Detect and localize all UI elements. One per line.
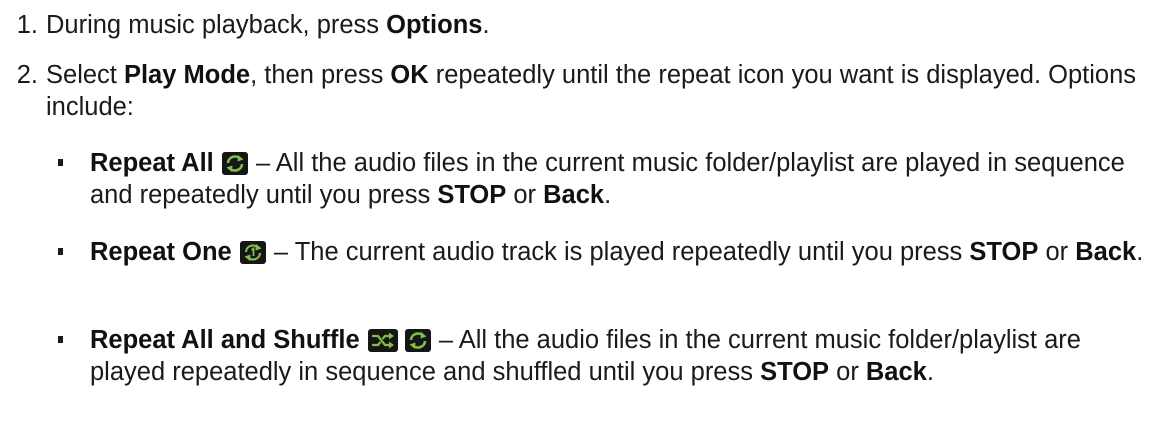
option-title: Repeat One — [90, 238, 232, 266]
step-number: 2. — [16, 61, 38, 89]
option-text: Repeat All – All the audio files in the … — [90, 149, 1125, 209]
shuffle-icon — [367, 329, 398, 352]
play-mode-keyword: Play Mode — [123, 61, 251, 89]
step-number: 1. — [16, 11, 38, 39]
repeat-one-icon — [239, 241, 266, 264]
bullet-marker — [58, 159, 63, 166]
bullet-marker — [58, 248, 63, 255]
instructions-page: 1. During music playback, press Options.… — [0, 0, 1167, 421]
option-title: Repeat All and Shuffle — [90, 326, 360, 354]
option-text: Repeat One – The current audio track is … — [90, 238, 1144, 266]
ok-keyword: OK — [390, 61, 429, 89]
option-text: Repeat All and Shuffle – All the audio f… — [90, 326, 1081, 386]
option-title: Repeat All — [90, 149, 214, 177]
repeat-all-icon — [221, 152, 248, 175]
step-text: Select Play Mode, then press OK repeated… — [46, 61, 1137, 121]
bullet-marker — [58, 336, 63, 343]
options-keyword: Options — [386, 11, 483, 39]
step-text: During music playback, press Options. — [46, 11, 490, 39]
repeat-all-icon — [404, 329, 431, 352]
